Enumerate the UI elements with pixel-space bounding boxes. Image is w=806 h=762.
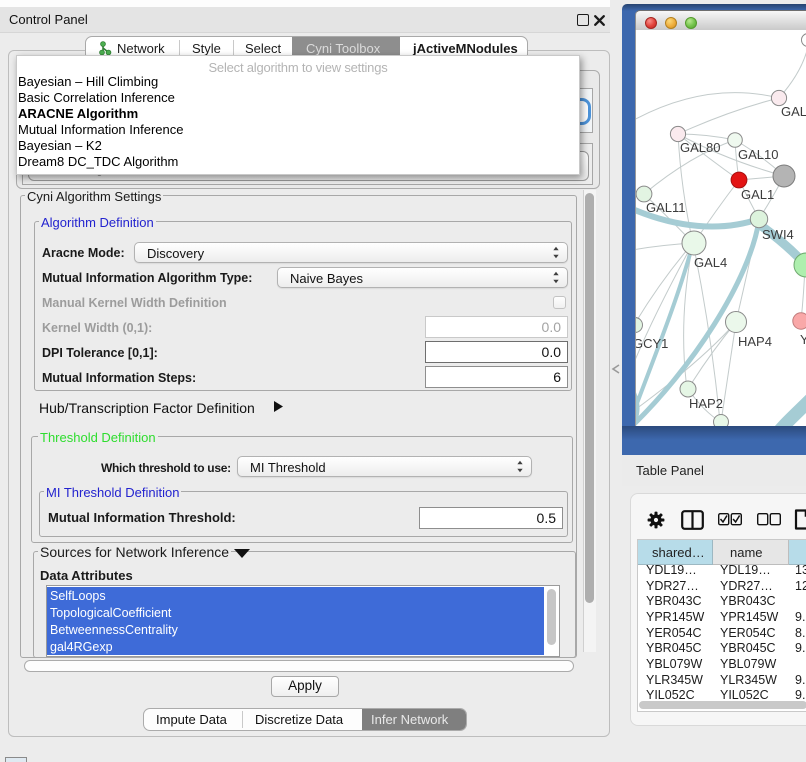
svg-text:GAL11: GAL11 [646,200,686,215]
svg-text:HAP2: HAP2 [689,396,723,411]
svg-text:GAL10: GAL10 [738,147,778,162]
svg-text:HAP4: HAP4 [738,334,772,349]
svg-text:GAL1: GAL1 [741,187,774,202]
svg-text:GAL4: GAL4 [694,255,727,270]
svg-text:SWI4: SWI4 [762,227,794,242]
svg-text:GAL80: GAL80 [680,140,720,155]
svg-text:GAL: GAL [781,104,806,119]
svg-text:Y: Y [800,332,806,347]
svg-text:GCY1: GCY1 [636,336,668,351]
